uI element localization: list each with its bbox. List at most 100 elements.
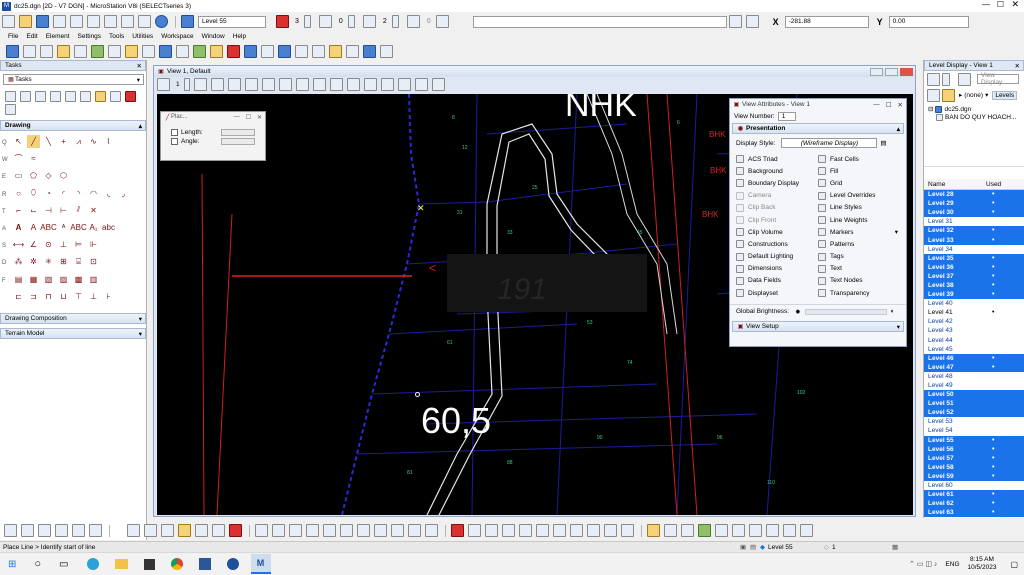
- va-item[interactable]: Markers ▾: [818, 226, 902, 238]
- level-row[interactable]: Level 55 •: [924, 435, 1024, 445]
- view-number-select[interactable]: 1: [777, 111, 796, 121]
- smartline-tool-icon[interactable]: ╱: [27, 135, 40, 149]
- menu-window[interactable]: Window: [202, 33, 225, 42]
- y-coordinate-field[interactable]: 0.00: [888, 15, 969, 28]
- filter-dropdown-icon[interactable]: ▸: [959, 91, 962, 99]
- level-row[interactable]: Level 57 •: [924, 453, 1024, 463]
- construct-icon[interactable]: [587, 524, 600, 537]
- level-row[interactable]: Level 29 •: [924, 199, 1024, 209]
- place-dialog-close[interactable]: ✕: [257, 114, 262, 121]
- stretch-icon[interactable]: [485, 524, 498, 537]
- level-row[interactable]: Level 63 •: [924, 508, 1024, 518]
- levels-button[interactable]: Levels: [992, 90, 1018, 100]
- toggle-3d-icon[interactable]: [431, 77, 445, 91]
- va-item[interactable]: Fill: [818, 165, 902, 177]
- color-dropdown-icon[interactable]: [303, 15, 311, 28]
- drawing-section-header[interactable]: Drawing ▴: [0, 120, 146, 131]
- va-item[interactable]: Line Weights: [818, 214, 902, 226]
- level-manager-icon[interactable]: [181, 15, 194, 28]
- close-button[interactable]: ✕: [1011, 0, 1019, 10]
- drop-icon[interactable]: [553, 524, 566, 537]
- trim-icon[interactable]: [255, 524, 268, 537]
- fence-icon[interactable]: [178, 524, 191, 537]
- va-item[interactable]: Fast Cells: [818, 153, 902, 165]
- line-style-dropdown-icon[interactable]: [347, 15, 355, 28]
- close-panel-icon[interactable]: ✕: [1015, 62, 1020, 70]
- microstation-taskbar-icon[interactable]: M: [250, 554, 271, 574]
- arc-edge-icon[interactable]: ◜: [57, 187, 70, 200]
- shape-tool-icon[interactable]: ⬠: [27, 169, 40, 182]
- point-tool-icon[interactable]: +: [57, 135, 70, 148]
- view-select-icon[interactable]: [942, 72, 950, 86]
- copy-view-icon[interactable]: [346, 77, 360, 91]
- undo-icon[interactable]: [121, 15, 134, 28]
- level-row[interactable]: Level 45: [924, 344, 1024, 354]
- angle-input[interactable]: [221, 138, 256, 145]
- modify-arc-icon[interactable]: ◞: [117, 187, 130, 200]
- line-tool-icon[interactable]: ╲: [42, 135, 55, 148]
- x-coordinate-field[interactable]: -281.88: [784, 15, 869, 28]
- view-attributes-icon[interactable]: [157, 77, 170, 91]
- patterns-icon[interactable]: [142, 44, 155, 58]
- va-max-button[interactable]: ☐: [886, 101, 892, 109]
- name-column-header[interactable]: Name: [924, 181, 986, 188]
- fence-place-icon[interactable]: ⊏: [12, 290, 25, 303]
- delete-vertex-icon[interactable]: [425, 524, 438, 537]
- polyline-tool-icon[interactable]: ⌇: [102, 135, 115, 148]
- menu-tools[interactable]: Tools: [109, 33, 124, 42]
- edit-text-icon[interactable]: Ａ: [27, 221, 40, 234]
- fence-modify-icon[interactable]: ⊐: [27, 290, 40, 303]
- angle-checkbox[interactable]: [171, 138, 178, 145]
- annotation-icon[interactable]: [732, 524, 745, 537]
- level-filter-icon[interactable]: [942, 88, 955, 102]
- level-row[interactable]: Level 32 •: [924, 226, 1024, 236]
- display-style-select[interactable]: (Wireframe Display): [781, 138, 878, 148]
- copy-tool-icon[interactable]: [144, 524, 157, 537]
- fence-delete-icon[interactable]: ⊔: [57, 290, 70, 303]
- line-weight-dropdown-icon[interactable]: [391, 15, 399, 28]
- tag-icon[interactable]: [715, 524, 728, 537]
- note-icon[interactable]: A₁: [87, 221, 100, 234]
- menu-workspace[interactable]: Workspace: [161, 33, 193, 42]
- ungroup-icon[interactable]: [536, 524, 549, 537]
- element-selection-tool-icon[interactable]: ↖: [12, 135, 25, 148]
- text-node-icon[interactable]: ᴬ: [57, 221, 70, 234]
- fit-view-icon[interactable]: [261, 77, 275, 91]
- measure-icon[interactable]: [664, 524, 677, 537]
- selection-icon[interactable]: [127, 524, 140, 537]
- rotate-view-icon[interactable]: [278, 77, 292, 91]
- block-tool-icon[interactable]: ▭: [12, 169, 25, 182]
- intersect-icon[interactable]: [604, 524, 617, 537]
- expand-icon[interactable]: ▾: [139, 315, 142, 323]
- cell-define-icon[interactable]: ⊞: [57, 255, 70, 268]
- template-edit-icon[interactable]: [745, 15, 759, 28]
- va-item[interactable]: Grid: [818, 177, 902, 189]
- va-item[interactable]: Displayset: [736, 287, 818, 299]
- close-panel-icon[interactable]: ✕: [137, 62, 142, 70]
- cross-icon[interactable]: [451, 524, 464, 537]
- level-row[interactable]: Level 47 •: [924, 362, 1024, 372]
- va-item[interactable]: Transparency: [818, 287, 902, 299]
- update-view-icon[interactable]: [193, 77, 207, 91]
- dimension-angle-icon[interactable]: ∠: [27, 238, 40, 251]
- view-dropdown-icon[interactable]: [183, 77, 190, 91]
- app-icon-2[interactable]: [226, 558, 239, 570]
- delete-icon[interactable]: [108, 44, 121, 58]
- menu-settings[interactable]: Settings: [78, 33, 102, 42]
- accudraw-icon[interactable]: [363, 44, 376, 58]
- va-item[interactable]: Camera: [736, 190, 818, 202]
- redo-icon[interactable]: [138, 15, 151, 28]
- clip-mask-icon[interactable]: [380, 77, 394, 91]
- models-icon[interactable]: [295, 44, 308, 58]
- clip-volume-icon[interactable]: [363, 77, 377, 91]
- copy-icon[interactable]: [87, 15, 100, 28]
- va-item[interactable]: Background: [736, 165, 818, 177]
- orthogonal-shape-icon[interactable]: ◇: [42, 169, 55, 182]
- va-item[interactable]: ACS Triad: [736, 153, 818, 165]
- notifications-icon[interactable]: ▢: [1010, 560, 1018, 569]
- view-previous-icon[interactable]: [312, 77, 326, 91]
- break-icon[interactable]: [289, 524, 302, 537]
- fence-move-icon[interactable]: ⊓: [42, 290, 55, 303]
- fence-stretch-icon[interactable]: ⊤: [72, 290, 85, 303]
- level-row[interactable]: Level 28 •: [924, 190, 1024, 200]
